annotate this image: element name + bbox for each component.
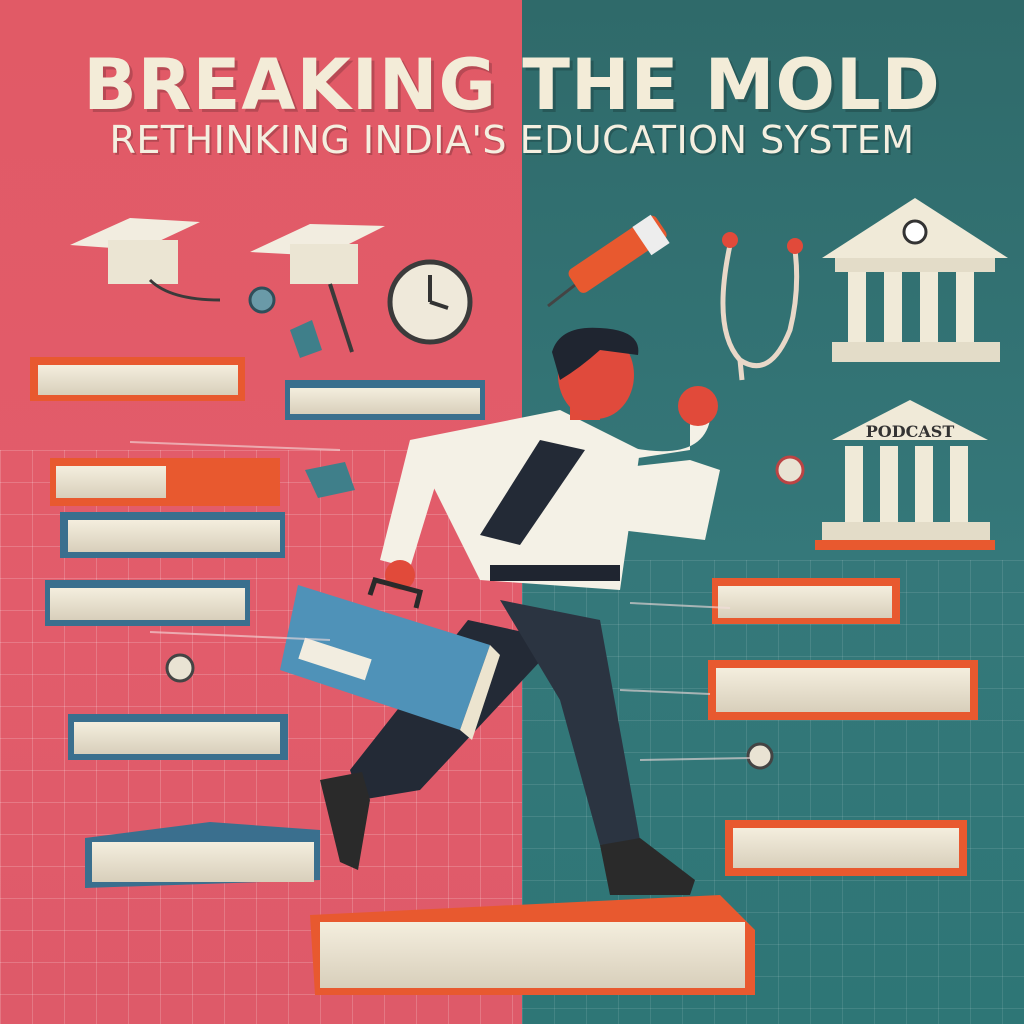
poster-canvas: BREAKING THE MOLD RETHINKING INDIA'S EDU… — [0, 0, 1024, 1024]
syringe-icon — [547, 214, 670, 308]
graduation-cap-icon — [70, 218, 221, 302]
book-icon — [30, 357, 245, 401]
institution-building-icon — [822, 198, 1008, 362]
book-icon — [60, 512, 285, 558]
gear-icon — [165, 653, 195, 683]
illustration: PODCAST — [30, 198, 1008, 995]
book-icon — [285, 380, 485, 420]
book-icon — [50, 458, 280, 506]
book-icon — [310, 895, 755, 995]
book-icon — [712, 578, 900, 624]
book-icon — [85, 822, 320, 888]
briefcase-icon — [280, 576, 500, 740]
gear-icon — [746, 742, 774, 770]
book-icon — [45, 580, 250, 626]
book-icon — [68, 714, 288, 760]
shard-icon — [290, 320, 322, 358]
book-stack-right — [708, 578, 978, 876]
shoe-icon — [320, 772, 370, 870]
podcast-sign-label: PODCAST — [866, 422, 955, 441]
graduation-cap-icon — [250, 224, 385, 353]
gear-icon — [775, 455, 805, 485]
shoe-icon — [600, 838, 695, 895]
book-icon — [725, 820, 967, 876]
shard-icon — [305, 462, 355, 498]
clock-icon — [387, 259, 473, 345]
stethoscope-icon — [720, 232, 803, 381]
gear-icon — [248, 286, 276, 314]
book-icon — [708, 660, 978, 720]
